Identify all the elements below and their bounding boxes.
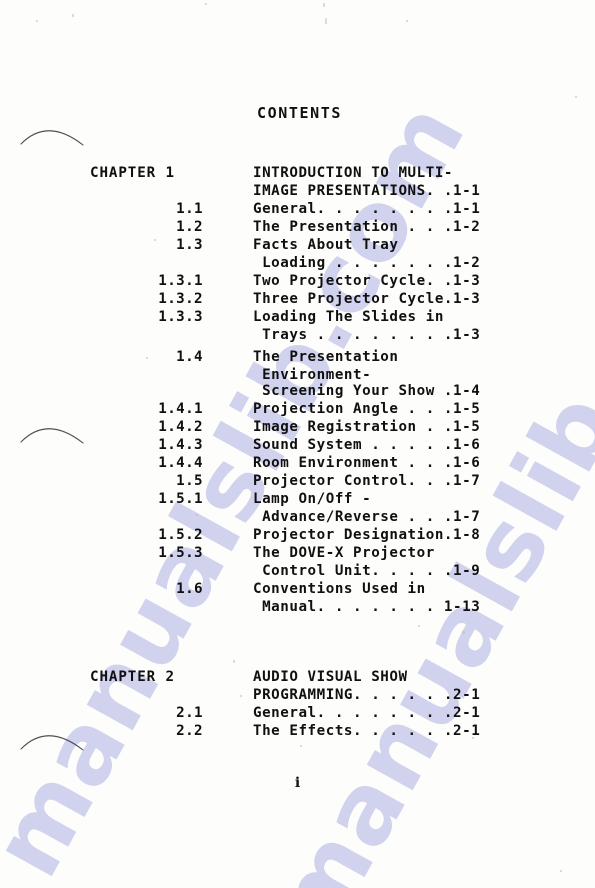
toc-entry-title: Manual. . . . . . . 1-13	[253, 599, 481, 615]
toc-entry-title: INTRODUCTION TO MULTI-	[253, 165, 454, 181]
toc-entry-title: IMAGE PRESENTATIONS. .1-1	[253, 183, 481, 199]
toc-entry-title: Two Projector Cycle. .1-3	[253, 273, 481, 289]
toc-section-number: 1.3.3	[158, 309, 203, 325]
toc-entry-row[interactable]: 1.5 Projector Control. . .1-7	[0, 472, 595, 490]
toc-entry-row[interactable]: 1.4 The Presentation	[0, 348, 595, 366]
toc-entry-row[interactable]: 1.4.3 Sound System . . . . .1-6	[0, 436, 595, 454]
toc-entry-title: Control Unit. . . . .1-9	[253, 563, 481, 579]
toc-entry-title: Lamp On/Off -	[253, 491, 372, 507]
toc-chapter-row[interactable]: CHAPTER 2 AUDIO VISUAL SHOW	[0, 668, 595, 686]
toc-entry-row[interactable]: 1.3.2 Three Projector Cycle.1-3	[0, 290, 595, 308]
toc-entry-row[interactable]: 1.5.1 Lamp On/Off -	[0, 490, 595, 508]
toc-section-number: 1.5.2	[158, 527, 203, 543]
toc-entry-row[interactable]: 1.5.3 The DOVE-X Projector	[0, 544, 595, 562]
toc-entry-title: Projection Angle . . .1-5	[253, 401, 481, 417]
scanned-page: manualslib.com manualslib.com CONTENTS C…	[0, 0, 595, 888]
toc-entry-row[interactable]: 1.3 Facts About Tray	[0, 236, 595, 254]
toc-section-number: 2.1	[176, 705, 203, 721]
toc-section-number: 1.5.1	[158, 491, 203, 507]
toc-section-number: 1.4.1	[158, 401, 203, 417]
toc-chapter-label: CHAPTER 1	[90, 165, 175, 181]
toc-entry-row[interactable]: Manual. . . . . . . 1-13	[0, 598, 595, 616]
page-content: CONTENTS CHAPTER 1 INTRODUCTION TO MULTI-…	[0, 0, 595, 888]
toc-entry-row[interactable]: 1.4.4 Room Environment . . .1-6	[0, 454, 595, 472]
toc-entry-title: Conventions Used in	[253, 581, 426, 597]
toc-entry-title: Room Environment . . .1-6	[253, 455, 481, 471]
toc-entry-title: Image Registration . .1-5	[253, 419, 481, 435]
page-title: CONTENTS	[256, 104, 343, 122]
toc-chapter-label: CHAPTER 2	[90, 669, 175, 685]
toc-entry-title: Three Projector Cycle.1-3	[253, 291, 481, 307]
toc-section-number: 1.3.2	[158, 291, 203, 307]
toc-entry-title: PROGRAMMING. . . . . .2-1	[253, 687, 481, 703]
toc-section-number: 2.2	[176, 723, 203, 739]
toc-entry-row[interactable]: Advance/Reverse . . .1-7	[0, 508, 595, 526]
toc-entry-row[interactable]: Loading . . . . . . .1-2	[0, 254, 595, 272]
toc-entry-row[interactable]: 1.1 General. . . . . . . .1-1	[0, 200, 595, 218]
toc-entry-row[interactable]: Trays . . . . . . . .1-3	[0, 326, 595, 344]
page-number: i	[294, 775, 301, 791]
toc-entry-title: The Presentation	[253, 349, 399, 365]
toc-entry-row[interactable]: 1.2 The Presentation . . .1-2	[0, 218, 595, 236]
toc-entry-title: Screening Your Show .1-4	[253, 383, 481, 399]
toc-section-number: 1.4.2	[158, 419, 203, 435]
toc-section-number: 1.1	[176, 201, 203, 217]
toc-entry-title: Trays . . . . . . . .1-3	[253, 327, 481, 343]
toc-section-number: 1.4.4	[158, 455, 203, 471]
toc-entry-title: The DOVE-X Projector	[253, 545, 435, 561]
toc-section-number: 1.4.3	[158, 437, 203, 453]
toc-entry-title: Projector Designation.1-8	[253, 527, 481, 543]
toc-entry-title: AUDIO VISUAL SHOW	[253, 669, 408, 685]
toc-entry-title: Projector Control. . .1-7	[253, 473, 481, 489]
toc-entry-title: Facts About Tray	[253, 237, 399, 253]
toc-section-number: 1.5	[176, 473, 203, 489]
toc-entry-title: Sound System . . . . .1-6	[253, 437, 481, 453]
toc-entry-row[interactable]: Screening Your Show .1-4	[0, 382, 595, 400]
toc-section-number: 1.2	[176, 219, 203, 235]
toc-entry-row[interactable]: 2.1 General. . . . . . . .2-1	[0, 704, 595, 722]
toc-section-number: 1.3	[176, 237, 203, 253]
toc-entry-title: The Effects. . . . . .2-1	[253, 723, 481, 739]
toc-entry-row[interactable]: 1.4.1 Projection Angle . . .1-5	[0, 400, 595, 418]
toc-entry-title: Advance/Reverse . . .1-7	[253, 509, 481, 525]
toc-chapter-row[interactable]: CHAPTER 1 INTRODUCTION TO MULTI-	[0, 164, 595, 182]
toc-entry-title: The Presentation . . .1-2	[253, 219, 481, 235]
toc-entry-row[interactable]: Control Unit. . . . .1-9	[0, 562, 595, 580]
toc-entry-title: General. . . . . . . .2-1	[253, 705, 481, 721]
toc-section-number: 1.5.3	[158, 545, 203, 561]
toc-entry-row[interactable]: 1.6 Conventions Used in	[0, 580, 595, 598]
toc-entry-row[interactable]: 1.3.1 Two Projector Cycle. .1-3	[0, 272, 595, 290]
toc-entry-row[interactable]: 2.2 The Effects. . . . . .2-1	[0, 722, 595, 740]
toc-entry-row[interactable]: IMAGE PRESENTATIONS. .1-1	[0, 182, 595, 200]
toc-entry-title: General. . . . . . . .1-1	[253, 201, 481, 217]
toc-section-number: 1.3.1	[158, 273, 203, 289]
toc-entry-row[interactable]: 1.5.2 Projector Designation.1-8	[0, 526, 595, 544]
toc-entry-row[interactable]: 1.3.3 Loading The Slides in	[0, 308, 595, 326]
toc-entry-row[interactable]: PROGRAMMING. . . . . .2-1	[0, 686, 595, 704]
toc-section-number: 1.4	[176, 349, 203, 365]
toc-entry-title: Loading The Slides in	[253, 309, 444, 325]
toc-entry-row[interactable]: 1.4.2 Image Registration . .1-5	[0, 418, 595, 436]
toc-section-number: 1.6	[176, 581, 203, 597]
toc-entry-title: Loading . . . . . . .1-2	[253, 255, 481, 271]
